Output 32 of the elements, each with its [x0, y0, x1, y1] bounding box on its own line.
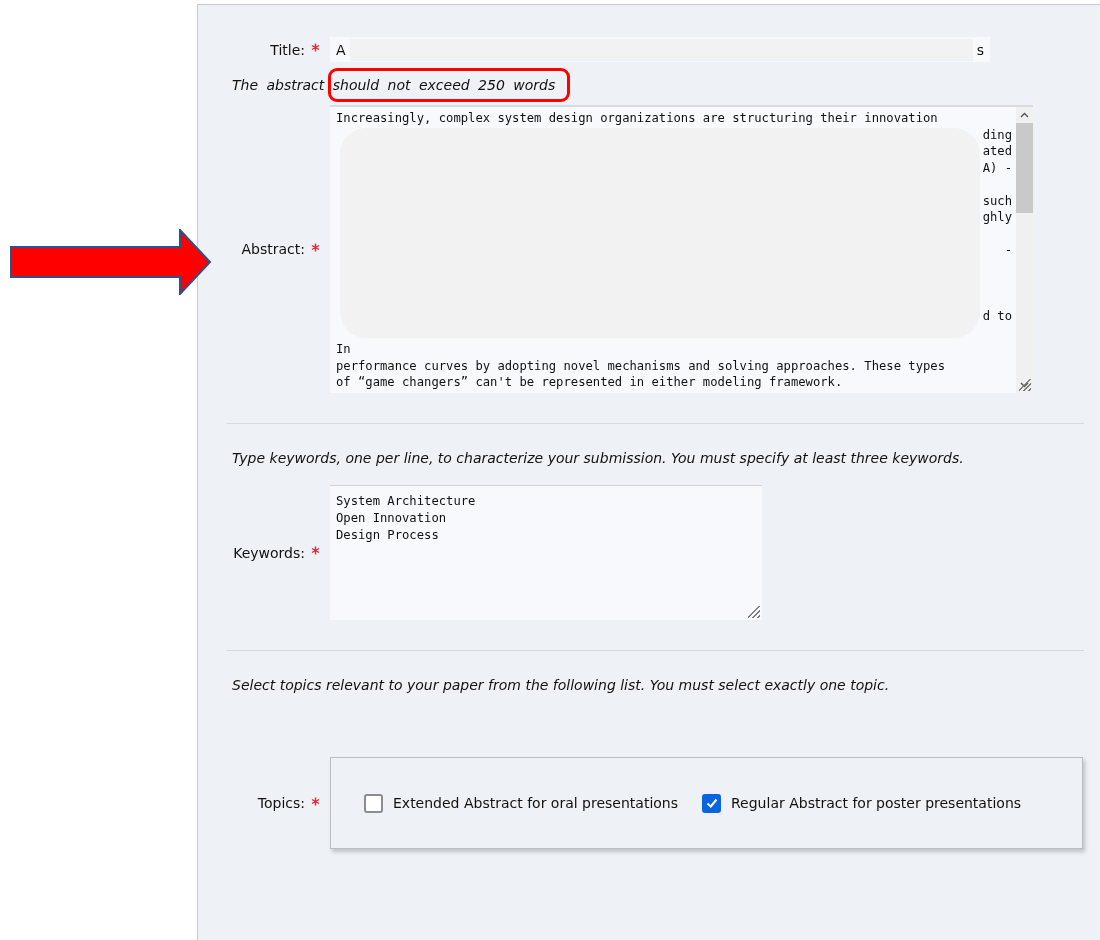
- checkbox-label[interactable]: Extended Abstract for oral presentations: [393, 795, 678, 811]
- text-line: d to: [982, 308, 1012, 325]
- text-line: such: [982, 192, 1012, 209]
- text-line: of “game changers” can't be represented in either modeling framework.: [336, 374, 843, 391]
- text-line: In: [336, 341, 351, 358]
- field-label: Keywords:: [233, 544, 305, 561]
- checkbox[interactable]: [702, 793, 721, 813]
- checkbox[interactable]: [364, 793, 383, 813]
- instruction-text: Select topics relevant to your paper from the following list. You must select exactly one topic.: [232, 677, 891, 693]
- text-line: ated: [982, 143, 1012, 160]
- text-line: -: [1004, 242, 1012, 259]
- text-line: Open Innovation: [336, 510, 448, 528]
- scroll-up-icon[interactable]: [1020, 112, 1029, 118]
- text-line: ghly: [982, 209, 1012, 226]
- checkmark-icon: [704, 796, 719, 810]
- scrollbar-thumb[interactable]: [1016, 123, 1033, 213]
- text-line: System Architecture: [336, 493, 477, 510]
- field-label: Title:: [270, 41, 305, 58]
- field-label: Abstract:: [241, 241, 305, 257]
- text-line: Increasingly, complex system design organizations are structuring their innovation: [336, 110, 938, 127]
- instruction-text: Type keywords, one per line, to characterize your submission. You must specify at least three keywords.: [232, 450, 965, 466]
- scrollbar[interactable]: [1016, 107, 1033, 393]
- title-field[interactable]: A s: [330, 37, 990, 62]
- text-line: performance curves by adopting novel mechanisms and solving approaches. These types: [336, 357, 945, 374]
- instruction-text: The abstract should not exceed 250 words: [232, 77, 556, 93]
- keywords-field[interactable]: System Architecture Open Innovation Design Process: [330, 485, 762, 620]
- text-line: ding: [982, 126, 1012, 143]
- text-line: Design Process: [336, 527, 440, 545]
- field-label: Topics:: [257, 795, 305, 811]
- abstract-field[interactable]: [330, 105, 1033, 393]
- checkbox-label[interactable]: Regular Abstract for poster presentations: [731, 795, 1022, 811]
- text-line: A) -: [982, 159, 1012, 176]
